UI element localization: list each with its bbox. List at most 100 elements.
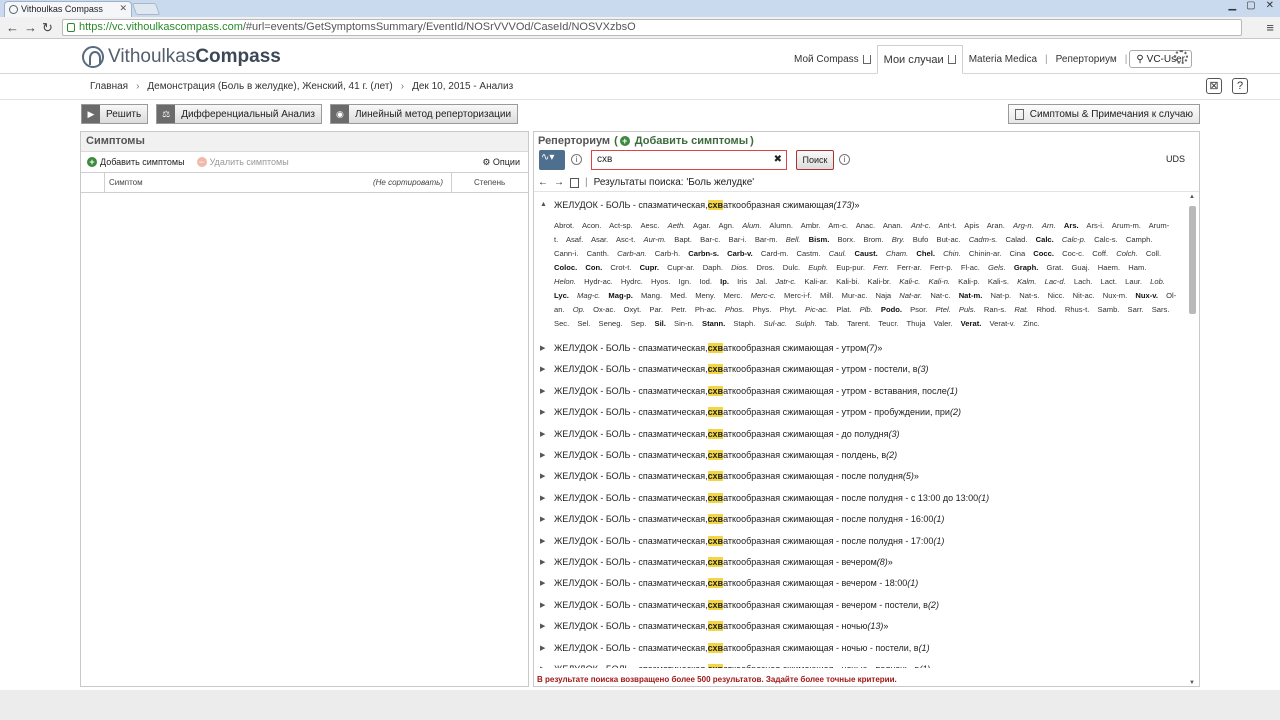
remedy-item[interactable]: Bry. xyxy=(892,235,905,244)
remedy-item[interactable]: Laur. xyxy=(1125,277,1142,286)
bookmark-icon[interactable] xyxy=(570,177,579,188)
info-icon[interactable]: i xyxy=(839,154,850,165)
remedy-item[interactable]: Anac. xyxy=(856,221,875,230)
remedy-item[interactable]: Cocc. xyxy=(1033,249,1054,258)
uds-label[interactable]: UDS xyxy=(1166,154,1185,164)
breadcrumb-case[interactable]: Демонстрация (Боль в желудке), Женский, … xyxy=(147,81,392,92)
gear-icon[interactable] xyxy=(1174,50,1188,64)
remedy-item[interactable]: Phys. xyxy=(752,305,771,314)
remedy-item[interactable]: Coloc. xyxy=(554,263,577,272)
remedy-item[interactable]: Nit-ac. xyxy=(1073,291,1095,300)
delete-symptoms-button[interactable]: − Удалить симптомы xyxy=(196,157,289,167)
result-row[interactable]: ▲ ЖЕЛУДОК - БОЛЬ - спазматическая, схв атк… xyxy=(534,194,1187,215)
remedy-item[interactable]: Crot-t. xyxy=(610,263,631,272)
remedy-item[interactable]: Hyos. xyxy=(651,277,670,286)
nav-my-cases[interactable]: Мои случаи xyxy=(876,45,963,74)
result-row[interactable]: ▶ЖЕЛУДОК - БОЛЬ - спазматическая, схватк… xyxy=(534,444,1187,465)
remedy-item[interactable]: Samb. xyxy=(1097,305,1119,314)
remedy-item[interactable]: Bar-c. xyxy=(700,235,720,244)
remedy-item[interactable]: Cadm-s. xyxy=(969,235,998,244)
solve-button[interactable]: ▶ Решить xyxy=(81,104,149,124)
remedy-item[interactable]: Chel. xyxy=(916,249,935,258)
remedy-item[interactable]: Thuja xyxy=(907,319,926,328)
remedy-item[interactable]: Kali-bi. xyxy=(836,277,859,286)
remedy-item[interactable]: Dios. xyxy=(731,263,748,272)
expand-triangle-icon[interactable]: ▶ xyxy=(540,365,554,373)
sort-dropdown[interactable]: (Не сортировать) xyxy=(373,178,443,187)
url-input[interactable]: https://vc.vithoulkascompass.com/#url=ev… xyxy=(62,19,1242,36)
remedy-item[interactable]: Asar. xyxy=(591,235,608,244)
remedy-item[interactable]: Merc-i-f. xyxy=(784,291,812,300)
browser-tab[interactable]: Vithoulkas Compass ✕ xyxy=(4,1,132,17)
remedy-item[interactable]: Aesc. xyxy=(640,221,659,230)
degree-column[interactable]: Степень xyxy=(452,173,528,192)
remedy-item[interactable]: Aeth. xyxy=(668,221,686,230)
remedy-item[interactable]: Ip. xyxy=(720,277,729,286)
remedy-item[interactable]: Nat-p. xyxy=(990,291,1011,300)
remedy-item[interactable]: Calad. xyxy=(1006,235,1028,244)
remedy-item[interactable]: Ars-i. xyxy=(1086,221,1104,230)
remedy-item[interactable]: Tab. xyxy=(825,319,839,328)
remedy-item[interactable]: Lact. xyxy=(1101,277,1117,286)
remedy-item[interactable]: Aur-m. xyxy=(644,235,667,244)
remedy-item[interactable]: Stann. xyxy=(702,319,725,328)
remedy-item[interactable]: Anan. xyxy=(883,221,903,230)
remedy-item[interactable]: Sel. xyxy=(577,319,590,328)
remedy-item[interactable]: Grat. xyxy=(1046,263,1063,272)
remedy-item[interactable]: Cupr. xyxy=(640,263,659,272)
remedy-item[interactable]: Kali-s. xyxy=(988,277,1009,286)
browser-menu-icon[interactable]: ≡ xyxy=(1266,20,1274,35)
remedy-item[interactable]: Petr. xyxy=(671,305,687,314)
app-logo[interactable]: VithoulkasCompass xyxy=(82,44,281,70)
result-row[interactable]: ▶ЖЕЛУДОК - БОЛЬ - спазматическая, схватк… xyxy=(534,637,1187,658)
remedy-item[interactable]: Psor. xyxy=(910,305,927,314)
expand-triangle-icon[interactable]: ▶ xyxy=(540,430,554,438)
more-link[interactable]: » xyxy=(855,200,860,210)
remedy-item[interactable]: Carb-v. xyxy=(727,249,753,258)
remedy-item[interactable]: Ferr-ar. xyxy=(897,263,922,272)
remedy-item[interactable]: Sil. xyxy=(655,319,666,328)
expand-triangle-icon[interactable]: ▶ xyxy=(540,472,554,480)
remedy-item[interactable]: Coll. xyxy=(1146,249,1161,258)
remedy-item[interactable]: Sep. xyxy=(631,319,647,328)
remedy-item[interactable]: Ign. xyxy=(679,277,692,286)
remedy-item[interactable]: Zinc. xyxy=(1023,319,1039,328)
result-row[interactable]: ▶ЖЕЛУДОК - БОЛЬ - спазматическая, схватк… xyxy=(534,509,1187,530)
remedy-item[interactable]: Colch. xyxy=(1116,249,1138,258)
remedy-item[interactable]: But-ac. xyxy=(937,235,961,244)
nav-my-compass[interactable]: Мой Compass xyxy=(788,45,877,73)
remedy-item[interactable]: Verat. xyxy=(961,319,982,328)
remedy-item[interactable]: Mang. xyxy=(641,291,662,300)
remedy-item[interactable]: Ant-c. xyxy=(911,221,931,230)
remedy-item[interactable]: Pic-ac. xyxy=(805,305,828,314)
remedy-item[interactable]: Gels. xyxy=(988,263,1006,272)
remedy-item[interactable]: Par. xyxy=(649,305,663,314)
more-link[interactable]: » xyxy=(914,471,919,481)
result-row[interactable]: ▶ЖЕЛУДОК - БОЛЬ - спазматическая, схватк… xyxy=(534,359,1187,380)
chart-icon[interactable]: ∿▾ xyxy=(539,150,565,170)
remedy-item[interactable]: Agn. xyxy=(718,221,734,230)
remedy-item[interactable]: Nux-v. xyxy=(1135,291,1158,300)
arrow-left-icon[interactable]: ← xyxy=(538,177,548,188)
remedy-item[interactable]: Merc. xyxy=(723,291,742,300)
expand-triangle-icon[interactable]: ▶ xyxy=(540,537,554,545)
remedy-item[interactable]: Dros. xyxy=(757,263,775,272)
remedy-item[interactable]: Ant-t. xyxy=(938,221,956,230)
remedy-item[interactable]: Rat. xyxy=(1014,305,1028,314)
result-row[interactable]: ▶ЖЕЛУДОК - БОЛЬ - спазматическая, схватк… xyxy=(534,530,1187,551)
remedy-item[interactable]: Acon. xyxy=(582,221,601,230)
remedy-item[interactable]: Iod. xyxy=(699,277,712,286)
result-row[interactable]: ▶ЖЕЛУДОК - БОЛЬ - спазматическая, схватк… xyxy=(534,658,1187,668)
remedy-item[interactable]: Mag-p. xyxy=(608,291,632,300)
remedy-item[interactable]: Meny. xyxy=(695,291,715,300)
expand-triangle-icon[interactable]: ▶ xyxy=(540,622,554,630)
remedy-item[interactable]: Phos. xyxy=(725,305,744,314)
remedy-item[interactable]: Camph. xyxy=(1126,235,1153,244)
remedy-item[interactable]: Med. xyxy=(670,291,687,300)
search-button[interactable]: Поиск xyxy=(796,150,834,170)
remedy-item[interactable]: Cupr-ar. xyxy=(667,263,694,272)
remedy-item[interactable]: Ox-ac. xyxy=(593,305,615,314)
remedy-item[interactable]: Lob. xyxy=(1150,277,1165,286)
remedy-item[interactable]: Ferr. xyxy=(873,263,889,272)
remedy-item[interactable]: Mill. xyxy=(820,291,834,300)
